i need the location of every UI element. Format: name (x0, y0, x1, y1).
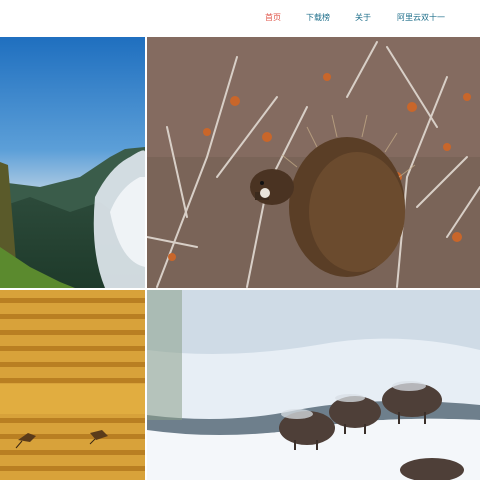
mountain-image (0, 37, 145, 288)
photo-mountain-valley[interactable] (0, 37, 145, 288)
fields-image (0, 290, 145, 480)
photo-porcupine[interactable] (147, 37, 480, 288)
porcupine-image (147, 37, 480, 288)
photo-golden-fields[interactable] (0, 290, 145, 480)
nav-downloads-link[interactable]: 下载榜 (306, 12, 330, 24)
nav-home-link[interactable]: 首页 (265, 12, 281, 24)
nav-about-link[interactable]: 关于 (355, 12, 371, 24)
top-navigation: 首页 下载榜 关于 阿里云双十一 (0, 0, 480, 36)
photo-bison-snow[interactable] (147, 290, 480, 480)
nav-aliyun-promo-link[interactable]: 阿里云双十一 (397, 12, 445, 24)
bison-image (147, 290, 480, 480)
